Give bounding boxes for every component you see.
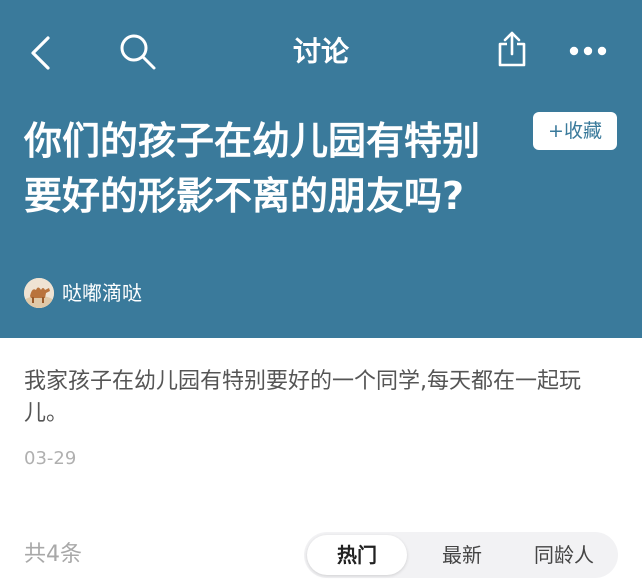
comment-count: 共4条 xyxy=(24,542,82,567)
tab-same-age[interactable]: 同龄人 xyxy=(514,535,614,575)
author-name[interactable]: 哒嘟滴哒 xyxy=(62,279,142,307)
avatar[interactable] xyxy=(24,278,54,308)
topic-header: 讨论 你们的孩子在幼儿园有特别要好的形影不离的朋友吗? +收藏 哒嘟滴哒 xyxy=(0,0,642,338)
share-icon[interactable] xyxy=(496,30,528,68)
camel-avatar-icon xyxy=(24,278,54,308)
more-icon[interactable] xyxy=(568,44,608,58)
topic-body: 我家孩子在幼儿园有特别要好的一个同学,每天都在一起玩儿。 xyxy=(24,369,581,426)
topic-title: 你们的孩子在幼儿园有特别要好的形影不离的朋友吗? xyxy=(24,119,481,218)
top-nav-bar: 讨论 xyxy=(0,0,642,104)
favorite-button[interactable]: +收藏 xyxy=(533,112,617,150)
tab-hot[interactable]: 热门 xyxy=(307,535,407,575)
tab-latest[interactable]: 最新 xyxy=(412,535,512,575)
page-title: 讨论 xyxy=(292,35,349,68)
post-date: 03-29 xyxy=(24,448,77,469)
comment-sort-tabs: 热门 最新 同龄人 xyxy=(304,532,618,578)
